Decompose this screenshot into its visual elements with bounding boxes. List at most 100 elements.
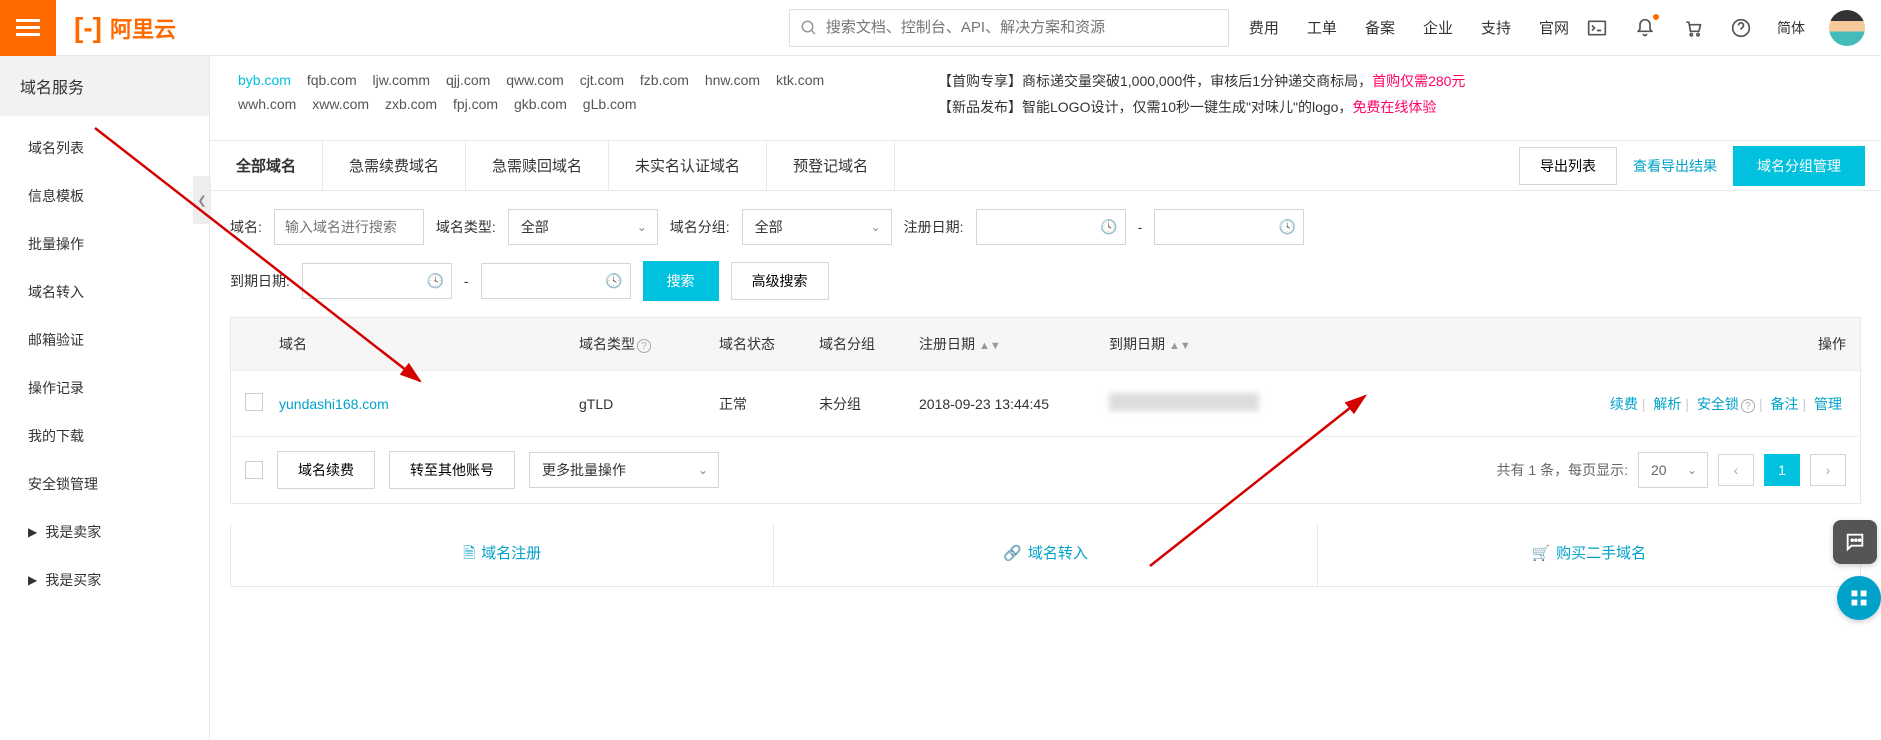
sidebar-item-buyer[interactable]: ▶我是买家: [0, 556, 209, 604]
domain-table: 域名 域名类型? 域名状态 域名分组 注册日期▲▼ 到期日期▲▼ 操作 yund…: [230, 317, 1861, 504]
search-button[interactable]: 搜索: [643, 261, 719, 301]
action-transfer-in[interactable]: 🔗域名转入: [773, 524, 1316, 586]
table-header: 域名 域名类型? 域名状态 域名分组 注册日期▲▼ 到期日期▲▼ 操作: [231, 318, 1860, 370]
cart-icon[interactable]: [1681, 16, 1705, 40]
filter-reg-label: 注册日期:: [904, 217, 964, 237]
avatar[interactable]: [1829, 10, 1865, 46]
tab-bar: 全部域名 急需续费域名 急需赎回域名 未实名认证域名 预登记域名 导出列表 查看…: [210, 140, 1881, 191]
search-icon: [800, 19, 818, 37]
col-type: 域名类型?: [579, 334, 719, 354]
sidebar-item-downloads[interactable]: 我的下载: [0, 412, 209, 460]
sidebar-item-email-verify[interactable]: 邮箱验证: [0, 316, 209, 364]
promo-domain-link[interactable]: qww.com: [506, 72, 564, 88]
row-checkbox[interactable]: [245, 393, 263, 411]
promo-domain-link[interactable]: wwh.com: [238, 96, 296, 112]
action-buy-used[interactable]: 🛒购买二手域名: [1317, 524, 1860, 586]
advanced-search-button[interactable]: 高级搜索: [731, 262, 829, 300]
batch-more-select[interactable]: 更多批量操作⌄: [529, 452, 719, 488]
nav-enterprise[interactable]: 企业: [1423, 17, 1453, 38]
group-manage-button[interactable]: 域名分组管理: [1733, 146, 1865, 186]
sidebar-item-templates[interactable]: 信息模板: [0, 172, 209, 220]
promo-domain-link[interactable]: fzb.com: [640, 72, 689, 88]
sidebar-item-batch[interactable]: 批量操作: [0, 220, 209, 268]
global-search-input[interactable]: [826, 19, 1218, 36]
promo-domain-link[interactable]: ljw.comm: [373, 72, 431, 88]
promo-domain-link[interactable]: hnw.com: [705, 72, 760, 88]
promo-link-1[interactable]: 首购仅需280元: [1372, 73, 1465, 89]
promo-domain-link[interactable]: ktk.com: [776, 72, 824, 88]
export-list-button[interactable]: 导出列表: [1519, 147, 1617, 185]
nav-fees[interactable]: 费用: [1249, 17, 1279, 38]
tab-prereg[interactable]: 预登记域名: [767, 141, 895, 190]
help-icon[interactable]: [1729, 16, 1753, 40]
tab-redeem-urgent[interactable]: 急需赎回域名: [466, 141, 609, 190]
brand-text: 阿里云: [110, 12, 176, 44]
col-reg[interactable]: 注册日期▲▼: [919, 334, 1109, 354]
promo-domain-link[interactable]: xww.com: [312, 96, 369, 112]
bell-icon[interactable]: [1633, 16, 1657, 40]
filter-type-select[interactable]: 全部⌄: [508, 209, 658, 245]
page-size-select[interactable]: 20⌄: [1638, 452, 1708, 488]
promo-domain-link[interactable]: fqb.com: [307, 72, 357, 88]
chevron-down-icon: ⌄: [1687, 463, 1697, 477]
tab-renew-urgent[interactable]: 急需续费域名: [323, 141, 466, 190]
chat-button[interactable]: [1833, 520, 1877, 564]
col-exp[interactable]: 到期日期▲▼: [1109, 334, 1299, 354]
chevron-down-icon: ⌄: [871, 220, 881, 234]
filter-group-select[interactable]: 全部⌄: [742, 209, 892, 245]
global-search[interactable]: [789, 9, 1229, 47]
promo-domain-link[interactable]: zxb.com: [385, 96, 437, 112]
nav-support[interactable]: 支持: [1481, 17, 1511, 38]
col-status: 域名状态: [719, 334, 819, 354]
promo-domain-link[interactable]: qjj.com: [446, 72, 490, 88]
promo-domains: byb.com fqb.com ljw.comm qjj.com qww.com…: [238, 68, 878, 120]
col-domain: 域名: [279, 334, 579, 354]
nav-beian[interactable]: 备案: [1365, 17, 1395, 38]
promo-link-2[interactable]: 免费在线体验: [1352, 99, 1436, 115]
op-renew[interactable]: 续费: [1610, 396, 1638, 412]
sidebar-item-transfer-in[interactable]: 域名转入: [0, 268, 209, 316]
date-sep: -: [464, 273, 469, 289]
sidebar-item-op-log[interactable]: 操作记录: [0, 364, 209, 412]
promo-domain-hilite[interactable]: byb.com: [238, 72, 291, 88]
action-register-domain[interactable]: 🗎域名注册: [231, 524, 773, 586]
brand-logo[interactable]: [-] 阿里云: [74, 12, 176, 44]
promo-domain-link[interactable]: fpj.com: [453, 96, 498, 112]
nav-website[interactable]: 官网: [1539, 17, 1569, 38]
promo-band: byb.com fqb.com ljw.comm qjj.com qww.com…: [210, 56, 1881, 140]
sidebar-collapse-handle[interactable]: ❮: [193, 176, 211, 224]
op-manage[interactable]: 管理: [1814, 396, 1842, 412]
op-lock[interactable]: 安全锁?: [1697, 396, 1755, 412]
terminal-icon[interactable]: [1585, 16, 1609, 40]
main-content: byb.com fqb.com ljw.comm qjj.com qww.com…: [210, 56, 1881, 740]
help-icon[interactable]: ?: [1741, 399, 1755, 413]
sidebar-item-lock-mgmt[interactable]: 安全锁管理: [0, 460, 209, 508]
view-export-link[interactable]: 查看导出结果: [1633, 156, 1717, 176]
promo-domain-link[interactable]: gkb.com: [514, 96, 567, 112]
table-row: yundashi168.com gTLD 正常 未分组 2018-09-23 1…: [231, 370, 1860, 436]
lang-switch[interactable]: 简体: [1777, 18, 1805, 38]
promo-domain-link[interactable]: cjt.com: [580, 72, 624, 88]
sort-icon: ▲▼: [1169, 340, 1191, 352]
select-all-checkbox[interactable]: [245, 461, 263, 479]
logo-icon: [-]: [74, 12, 102, 44]
batch-transfer-button[interactable]: 转至其他账号: [389, 451, 515, 489]
filter-domain-input[interactable]: [274, 209, 424, 245]
sidebar-item-seller[interactable]: ▶我是卖家: [0, 508, 209, 556]
tab-all[interactable]: 全部域名: [210, 141, 323, 190]
pager-next-button[interactable]: ›: [1810, 454, 1846, 486]
batch-renew-button[interactable]: 域名续费: [277, 451, 375, 489]
sidebar-item-domain-list[interactable]: 域名列表: [0, 124, 209, 172]
tab-unverified[interactable]: 未实名认证域名: [609, 141, 767, 190]
chevron-down-icon: ⌄: [637, 220, 647, 234]
nav-tickets[interactable]: 工单: [1307, 17, 1337, 38]
pager-prev-button[interactable]: ‹: [1718, 454, 1754, 486]
menu-toggle-button[interactable]: [0, 0, 56, 56]
op-parse[interactable]: 解析: [1653, 396, 1681, 412]
apps-button[interactable]: [1837, 576, 1881, 620]
pager-page-1[interactable]: 1: [1764, 454, 1800, 486]
domain-link[interactable]: yundashi168.com: [279, 396, 389, 412]
help-icon[interactable]: ?: [637, 339, 651, 353]
promo-domain-link[interactable]: gLb.com: [583, 96, 637, 112]
op-remark[interactable]: 备注: [1770, 396, 1798, 412]
